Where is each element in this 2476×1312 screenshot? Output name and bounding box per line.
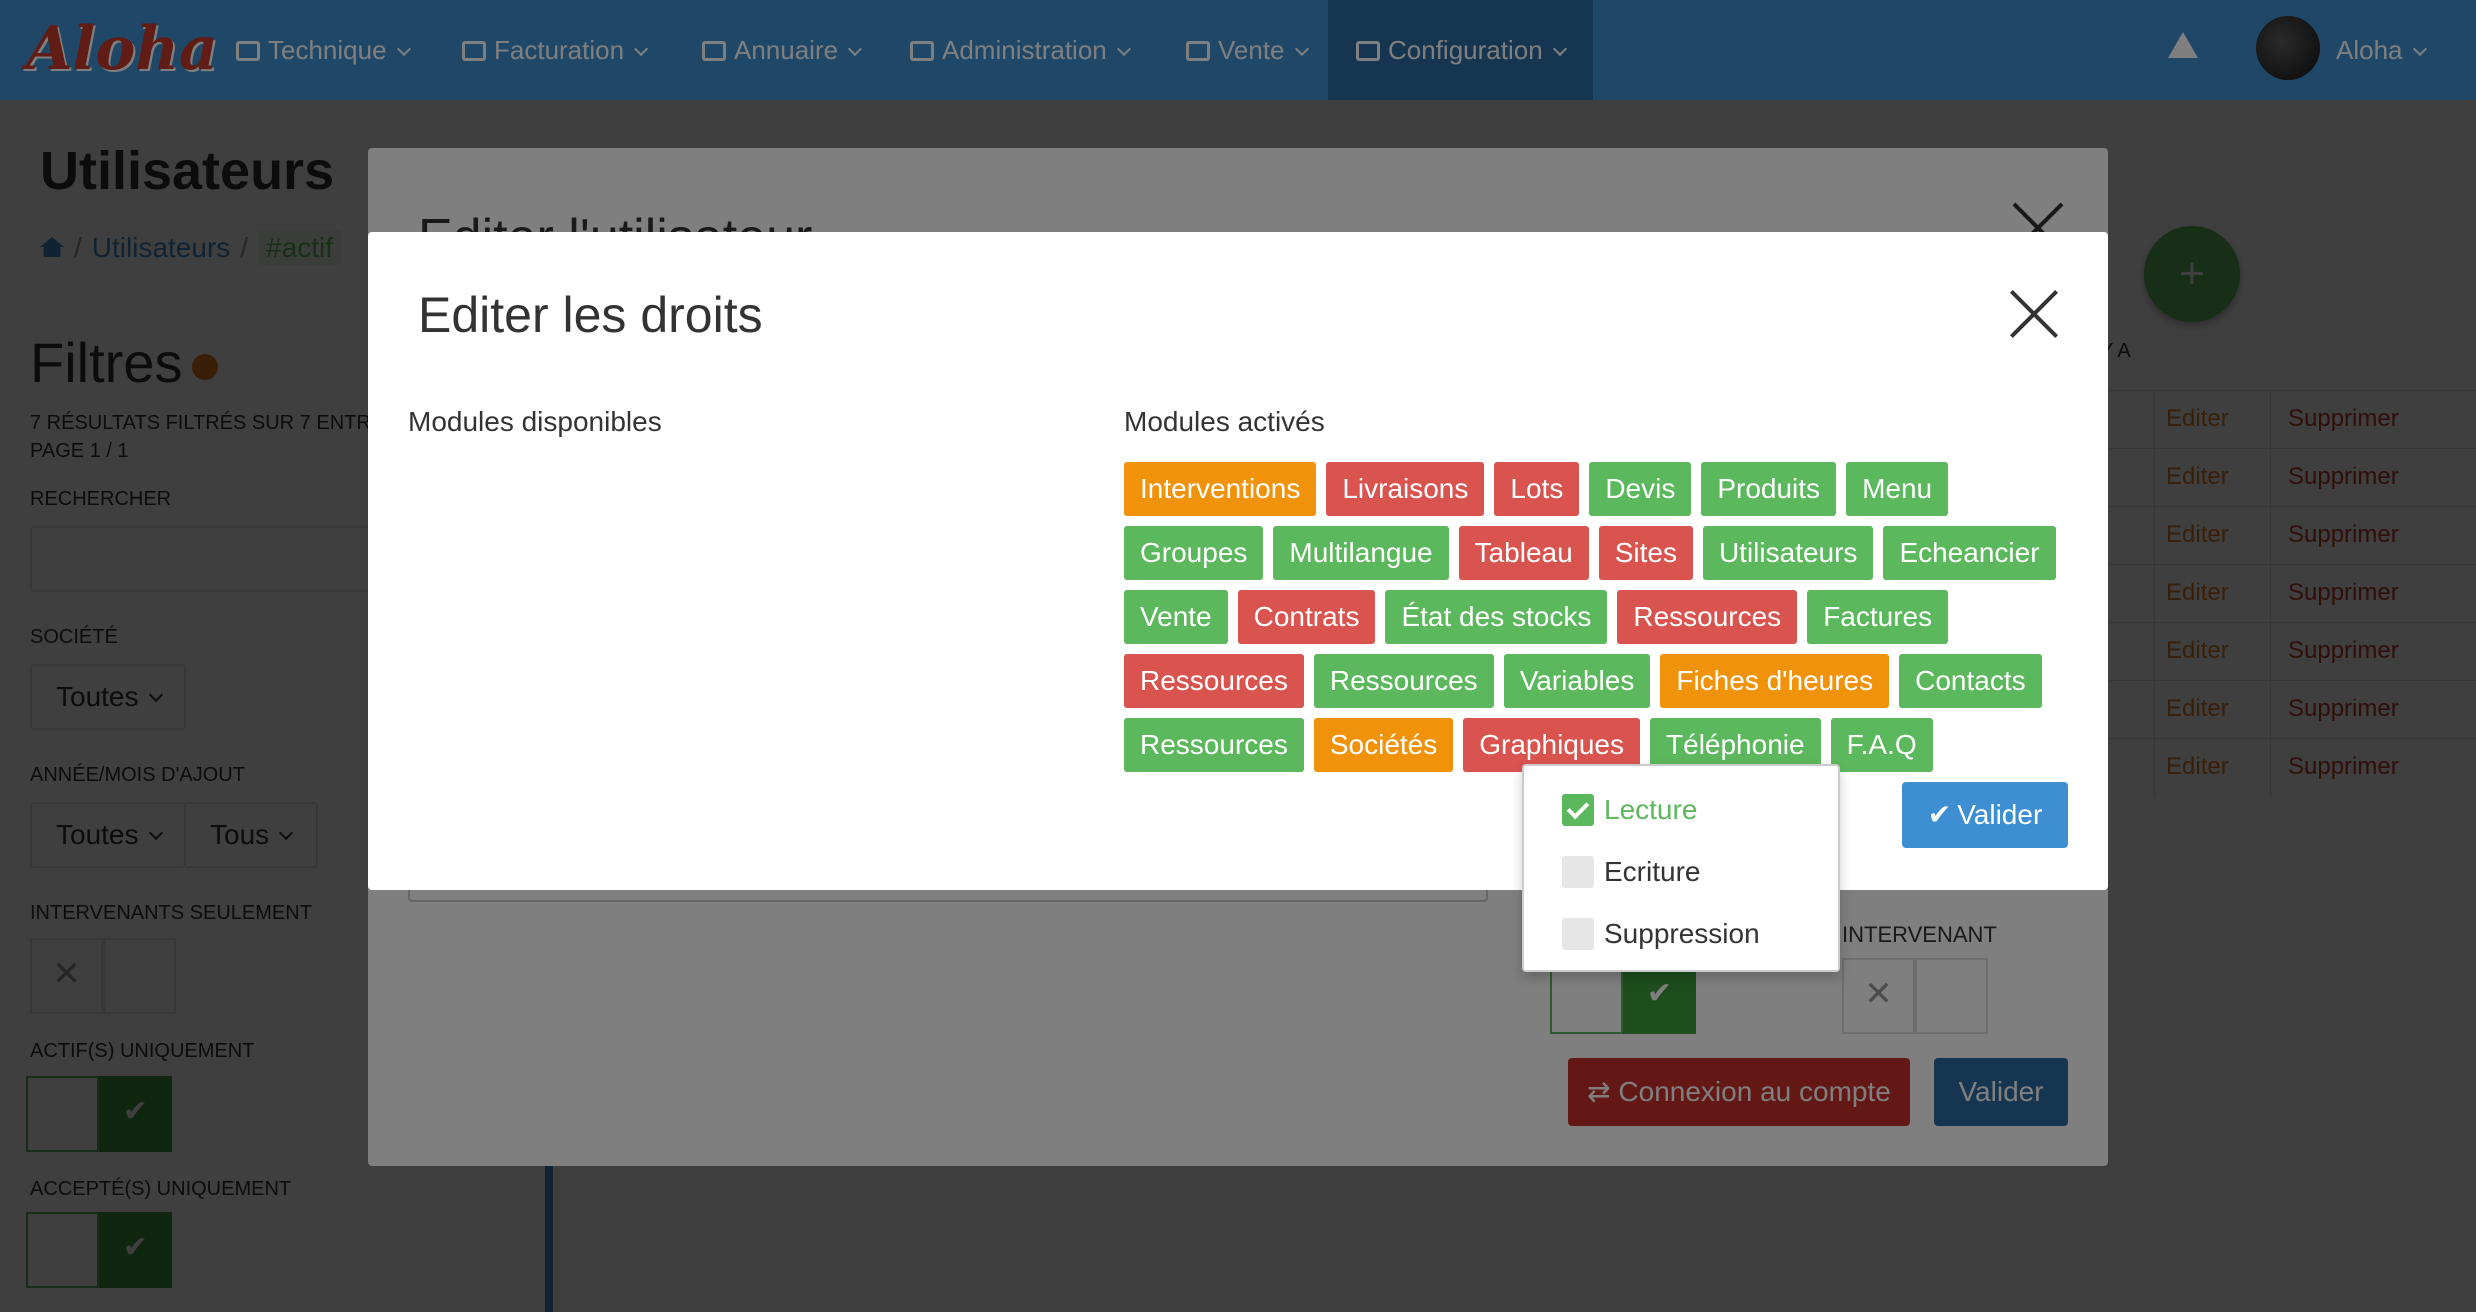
modules-disponibles-title: Modules disponibles <box>408 406 662 437</box>
module-badge[interactable]: Contrats <box>1237 590 1376 644</box>
module-badge[interactable]: Multilangue <box>1273 526 1449 580</box>
module-badge[interactable]: Livraisons <box>1326 462 1485 516</box>
checkbox-checked-icon[interactable] <box>1562 793 1594 826</box>
module-badge[interactable]: Produits <box>1701 462 1837 516</box>
module-badge[interactable]: Tableau <box>1458 526 1589 580</box>
module-badge[interactable]: Fiches d'heures <box>1660 654 1890 708</box>
valider-rights-label: Valider <box>1957 799 2043 830</box>
module-badge[interactable]: Devis <box>1589 462 1692 516</box>
module-badge[interactable]: Menu <box>1846 462 1949 516</box>
checkbox-icon[interactable] <box>1562 855 1594 888</box>
module-badge[interactable]: Ressources <box>1124 718 1304 772</box>
module-badge[interactable]: Ressources <box>1617 590 1798 644</box>
module-badge[interactable]: Groupes <box>1124 526 1264 580</box>
module-badge[interactable]: Lots <box>1494 462 1580 516</box>
module-badge[interactable]: Vente <box>1124 590 1228 644</box>
module-badge[interactable]: État des stocks <box>1385 590 1608 644</box>
close-icon[interactable] <box>2008 288 2060 340</box>
permission-suppression-label: Suppression <box>1604 918 1760 949</box>
module-badge[interactable]: Ressources <box>1124 654 1304 708</box>
module-badge[interactable]: Contacts <box>1899 654 2042 708</box>
edit-rights-modal: Editer les droits Modules disponibles Mo… <box>368 232 2108 890</box>
module-badge[interactable]: Interventions <box>1124 462 1317 516</box>
module-badge[interactable]: F.A.Q <box>1830 718 1933 772</box>
permission-lecture-label: Lecture <box>1604 794 1698 825</box>
module-badge[interactable]: Utilisateurs <box>1702 526 1874 580</box>
valider-rights-button[interactable]: ✔ Valider <box>1902 782 2068 848</box>
module-badge[interactable]: Echeancier <box>1883 526 2056 580</box>
permission-ecriture[interactable]: Ecriture <box>1562 852 1700 892</box>
permission-ecriture-label: Ecriture <box>1604 856 1701 887</box>
edit-rights-modal-title: Editer les droits <box>418 287 763 343</box>
enabled-modules-list: Interventions Livraisons Lots Devis Produits… <box>1124 462 2084 772</box>
module-badge[interactable]: Sites <box>1598 526 1693 580</box>
permission-suppression[interactable]: Suppression <box>1562 914 1760 954</box>
check-icon: ✔ <box>1927 799 1952 830</box>
module-badge[interactable]: Factures <box>1807 590 1949 644</box>
module-badge[interactable]: Ressources <box>1313 654 1494 708</box>
permission-lecture[interactable]: Lecture <box>1562 790 1697 830</box>
module-badge[interactable]: Variables <box>1503 654 1651 708</box>
module-badge[interactable]: Sociétés <box>1313 718 1454 772</box>
modules-actives-title: Modules activés <box>1124 406 1325 437</box>
checkbox-icon[interactable] <box>1562 917 1594 950</box>
permissions-dropdown: Lecture Ecriture Suppression <box>1522 764 1840 972</box>
